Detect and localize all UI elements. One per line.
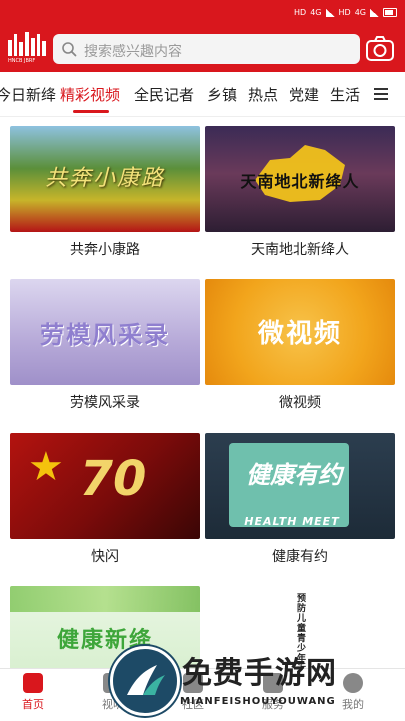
watermark-logo	[110, 646, 180, 716]
tab-towns[interactable]: 乡镇	[207, 84, 237, 105]
video-caption: 健康有约	[272, 549, 328, 565]
network-indicator: 4G	[310, 8, 322, 17]
watermark-title: 免费手游网	[182, 656, 337, 691]
logo-text: HNCB JBRF	[8, 58, 36, 64]
watermark-subtitle: MIANFEISHOUYOUWANG	[180, 696, 336, 707]
app-header: HNCB JBRF 搜索感兴趣内容	[0, 26, 405, 72]
search-icon	[62, 42, 77, 57]
thumbnail-title: 70	[79, 451, 147, 507]
signal-icon	[325, 8, 335, 17]
video-thumbnail: 共奔小康路	[10, 126, 200, 232]
search-placeholder: 搜索感兴趣内容	[84, 44, 182, 60]
video-thumbnail: ★ 70	[10, 433, 200, 539]
thumbnail-title: 劳模风采录	[40, 321, 170, 349]
tab-citizen-reporter[interactable]: 全民记者	[134, 84, 194, 105]
hd-indicator-2: HD	[338, 8, 351, 17]
video-thumbnail: 微视频	[205, 279, 395, 385]
video-caption: 共奔小康路	[70, 242, 140, 258]
active-tab-indicator	[73, 110, 109, 113]
nav-home[interactable]: 首页	[8, 673, 58, 712]
watermark: 免费手游网 MIANFEISHOUYOUWANG	[110, 640, 405, 720]
camera-icon[interactable]	[365, 35, 395, 63]
video-caption: 劳模风采录	[70, 395, 140, 411]
leaf-decoration	[10, 586, 200, 612]
battery-icon	[383, 8, 397, 17]
video-thumbnail: 天南地北新绛人	[205, 126, 395, 232]
video-card[interactable]: 劳模风采录 劳模风采录	[10, 279, 200, 412]
video-card[interactable]: 微视频 微视频	[205, 279, 395, 412]
video-thumbnail: 健康有约 HEALTH MEET	[205, 433, 395, 539]
thumbnail-title: 微视频	[257, 319, 342, 349]
tab-videos[interactable]: 精彩视频	[60, 84, 120, 105]
tab-hot[interactable]: 热点	[248, 84, 278, 105]
video-caption: 快闪	[91, 549, 119, 565]
video-caption: 微视频	[279, 395, 321, 411]
hd-indicator: HD	[294, 8, 307, 17]
status-bar: HD 4G HD 4G	[0, 0, 405, 26]
network-indicator-2: 4G	[354, 8, 366, 17]
app-logo[interactable]: HNCB JBRF	[8, 32, 47, 66]
nav-home-label: 首页	[22, 698, 44, 711]
thumbnail-title: 天南地北新绛人	[240, 172, 360, 191]
thumbnail-subtitle: HEALTH MEET	[244, 515, 340, 528]
tab-party[interactable]: 党建	[289, 84, 319, 105]
thumbnail-title: 健康有约	[246, 461, 342, 489]
signal-icon-2	[370, 8, 379, 17]
video-card[interactable]: 共奔小康路 共奔小康路	[10, 126, 200, 259]
video-card[interactable]: ★ 70 快闪	[10, 433, 200, 566]
video-card[interactable]: 健康有约 HEALTH MEET 健康有约	[205, 433, 395, 566]
video-card[interactable]: 天南地北新绛人 天南地北新绛人	[205, 126, 395, 259]
search-input[interactable]: 搜索感兴趣内容	[53, 34, 360, 64]
video-caption: 天南地北新绛人	[251, 242, 349, 258]
tab-today[interactable]: 今日新绛	[0, 84, 56, 105]
home-icon	[23, 673, 43, 693]
thumbnail-title: 共奔小康路	[44, 166, 165, 191]
video-thumbnail: 劳模风采录	[10, 279, 200, 385]
tab-life[interactable]: 生活	[330, 84, 360, 105]
menu-icon[interactable]	[370, 85, 392, 103]
channel-tabs: 今日新绛 精彩视频 全民记者 乡镇 热点 党建 生活	[0, 72, 405, 117]
